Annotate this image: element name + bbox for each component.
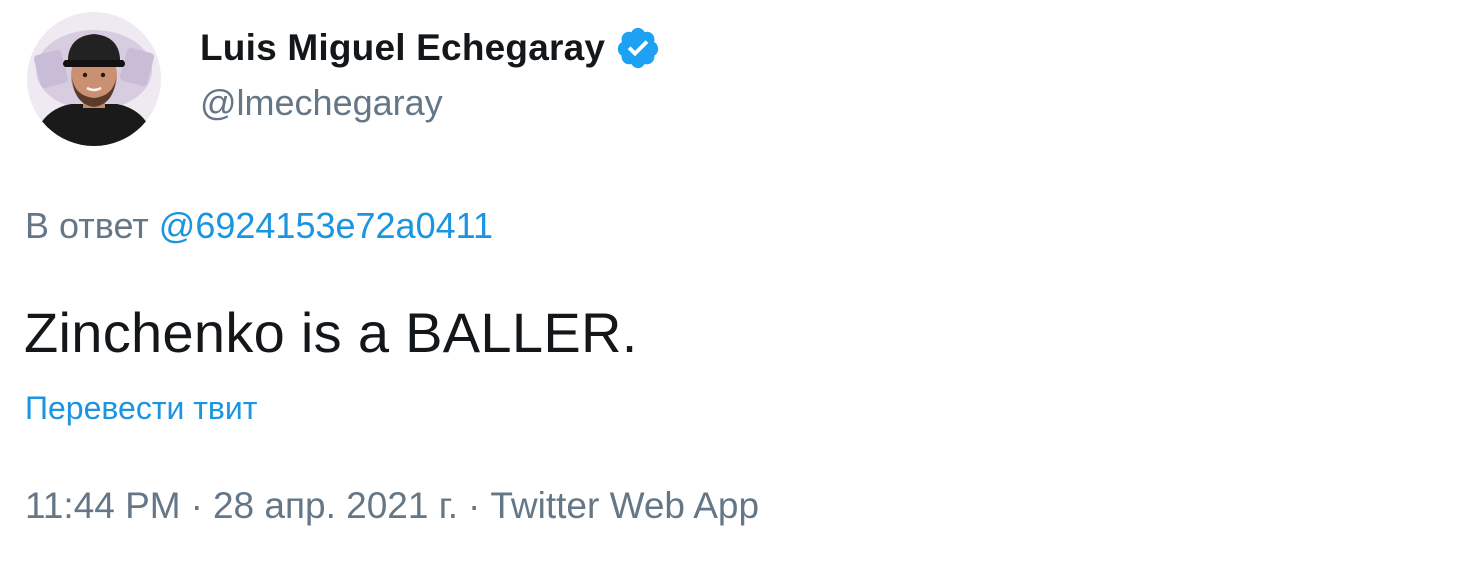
tweet-meta: 11:44 PM · 28 апр. 2021 г. · Twitter Web App	[25, 485, 759, 527]
meta-separator: ·	[190, 485, 203, 526]
tweet-text: Zinchenko is a BALLER.	[24, 301, 638, 364]
tweet-source[interactable]: Twitter Web App	[490, 485, 759, 526]
reply-context: В ответ @6924153e72a0411	[25, 205, 493, 247]
verified-badge-icon	[615, 25, 661, 71]
tweet-time[interactable]: 11:44 PM	[25, 485, 181, 526]
author-avatar[interactable]	[27, 12, 161, 146]
avatar-image	[27, 12, 161, 146]
author-name-row: Luis Miguel Echegaray	[200, 22, 661, 74]
translate-tweet-link[interactable]: Перевести твит	[25, 390, 257, 427]
meta-separator: ·	[468, 485, 481, 526]
reply-to-handle-link[interactable]: @6924153e72a0411	[159, 205, 493, 246]
author-display-name[interactable]: Luis Miguel Echegaray	[200, 27, 605, 69]
author-handle[interactable]: @lmechegaray	[200, 82, 661, 124]
reply-prefix: В ответ	[25, 205, 149, 246]
tweet-card: Luis Miguel Echegaray @lmechegaray В отв…	[0, 0, 1460, 578]
author-block: Luis Miguel Echegaray @lmechegaray	[200, 22, 661, 124]
tweet-date[interactable]: 28 апр. 2021 г.	[213, 485, 458, 526]
